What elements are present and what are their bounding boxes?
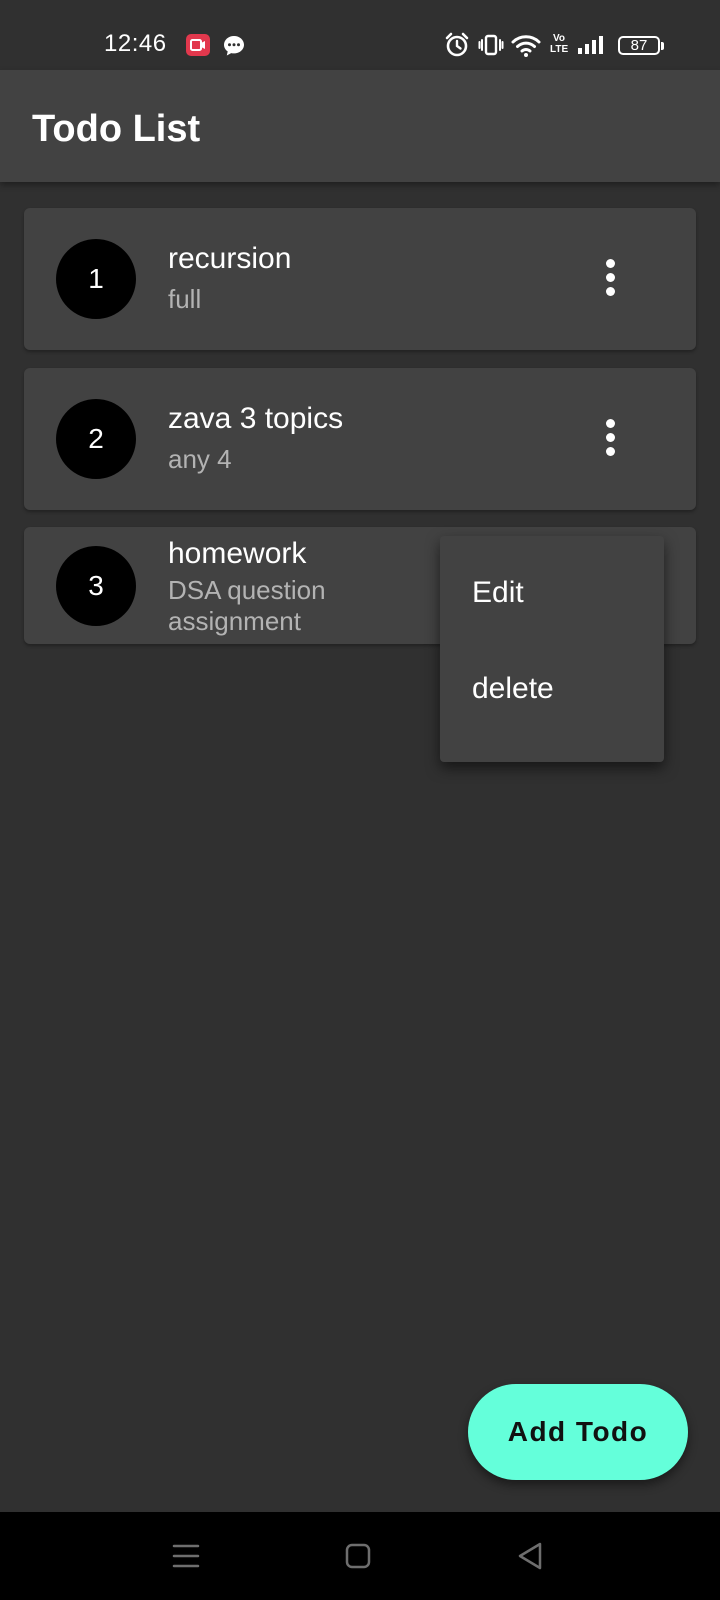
popup-menu: Edit delete bbox=[440, 536, 664, 762]
todo-number-avatar: 2 bbox=[56, 399, 136, 479]
todo-subtitle: full bbox=[168, 284, 202, 314]
menu-item-label: delete bbox=[472, 672, 554, 705]
more-options-icon[interactable] bbox=[586, 255, 634, 303]
todo-title: recursion bbox=[168, 242, 292, 275]
todo-subtitle: DSA question assignment bbox=[168, 575, 326, 636]
wifi-icon bbox=[510, 30, 542, 60]
message-icon bbox=[222, 34, 246, 58]
menu-item-label: Edit bbox=[472, 576, 524, 609]
more-options-icon[interactable] bbox=[586, 415, 634, 463]
todo-item-1[interactable]: 1 recursion full bbox=[24, 208, 696, 350]
back-icon[interactable] bbox=[508, 1534, 552, 1578]
todo-number-avatar: 3 bbox=[56, 546, 136, 626]
todo-title: homework bbox=[168, 537, 307, 570]
signal-icon bbox=[576, 30, 608, 60]
app-bar: Todo List bbox=[0, 70, 720, 182]
todo-number-avatar: 1 bbox=[56, 239, 136, 319]
system-nav-bar bbox=[0, 1512, 720, 1600]
todo-item-2[interactable]: 2 zava 3 topics any 4 bbox=[24, 368, 696, 510]
screen-record-icon bbox=[186, 34, 210, 56]
menu-item-delete[interactable]: delete bbox=[440, 640, 664, 736]
vibrate-icon bbox=[478, 30, 504, 60]
todo-subtitle: any 4 bbox=[168, 444, 232, 474]
menu-item-edit[interactable]: Edit bbox=[440, 544, 664, 640]
status-bar: 12:46 Vo LTE 87 bbox=[0, 0, 720, 70]
alarm-icon bbox=[444, 30, 470, 60]
battery-tip bbox=[661, 42, 664, 50]
add-todo-button[interactable]: Add Todo bbox=[468, 1384, 688, 1480]
status-time: 12:46 bbox=[104, 30, 167, 57]
volte-label-bottom: LTE bbox=[550, 44, 569, 55]
volte-label-top: Vo bbox=[552, 33, 566, 44]
battery-icon: 87 bbox=[618, 36, 660, 55]
volte-icon: Vo LTE bbox=[550, 33, 568, 63]
home-icon[interactable] bbox=[336, 1534, 380, 1578]
page-title: Todo List bbox=[32, 108, 201, 150]
recents-icon[interactable] bbox=[164, 1534, 208, 1578]
todo-title: zava 3 topics bbox=[168, 402, 344, 435]
